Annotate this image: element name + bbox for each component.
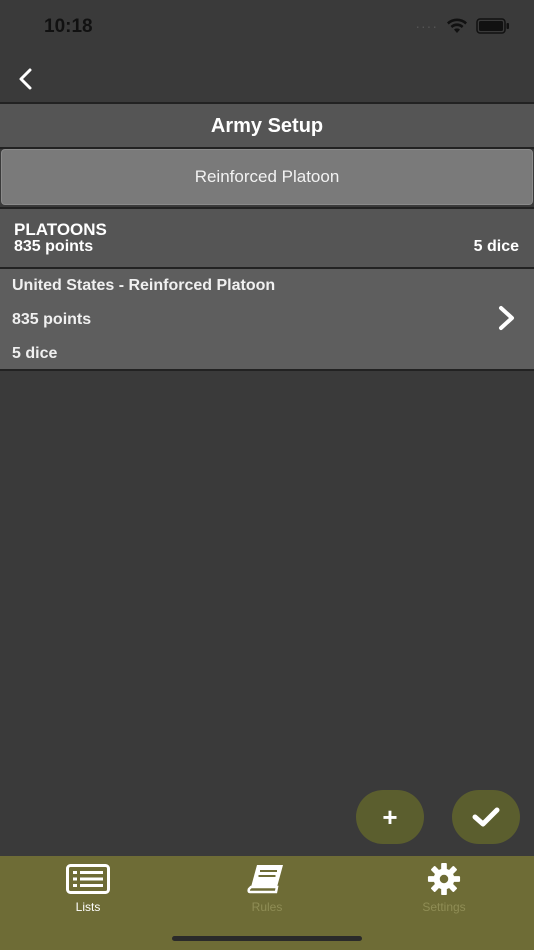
navigation-bar [0,56,534,102]
book-icon [247,865,283,894]
army-select-button[interactable]: Reinforced Platoon [1,149,533,205]
platoon-name: United States - Reinforced Platoon [12,277,276,294]
checkmark-icon [472,807,500,827]
page-title: Army Setup [0,104,534,148]
chevron-right-icon [499,306,514,330]
add-platoon-button[interactable]: + [356,790,424,844]
tab-rules[interactable]: Rules [207,862,327,918]
section-dice: 5 dice [473,238,519,255]
back-button[interactable] [8,62,42,96]
status-icons: ···· [415,18,510,34]
divider [0,369,534,371]
status-bar: 10:18 ···· [0,0,534,56]
chevron-left-icon [19,68,32,90]
plus-icon: + [382,802,398,832]
cellular-signal-icon: ···· [415,18,438,34]
platoon-points: 835 points [12,311,92,328]
platoon-row[interactable]: United States - Reinforced Platoon 835 p… [0,269,534,369]
home-indicator[interactable] [172,936,362,941]
confirm-button[interactable] [452,790,520,844]
gear-icon [427,862,461,896]
platoon-dice: 5 dice [12,345,58,362]
tab-label-rules: Rules [251,900,283,914]
tab-bar: Lists Rules Settings [0,856,534,950]
section-header: PLATOONS 835 points 5 dice [0,209,534,267]
tab-label-settings: Settings [422,900,466,914]
battery-icon [476,18,509,34]
tab-label-lists: Lists [75,900,101,914]
wifi-icon [447,18,467,33]
list-icon [66,864,110,894]
section-points: 835 points [14,238,94,255]
tab-settings[interactable]: Settings [384,862,504,918]
section-title: PLATOONS [14,220,107,239]
tab-lists[interactable]: Lists [28,862,148,918]
status-time: 10:18 [44,16,93,37]
